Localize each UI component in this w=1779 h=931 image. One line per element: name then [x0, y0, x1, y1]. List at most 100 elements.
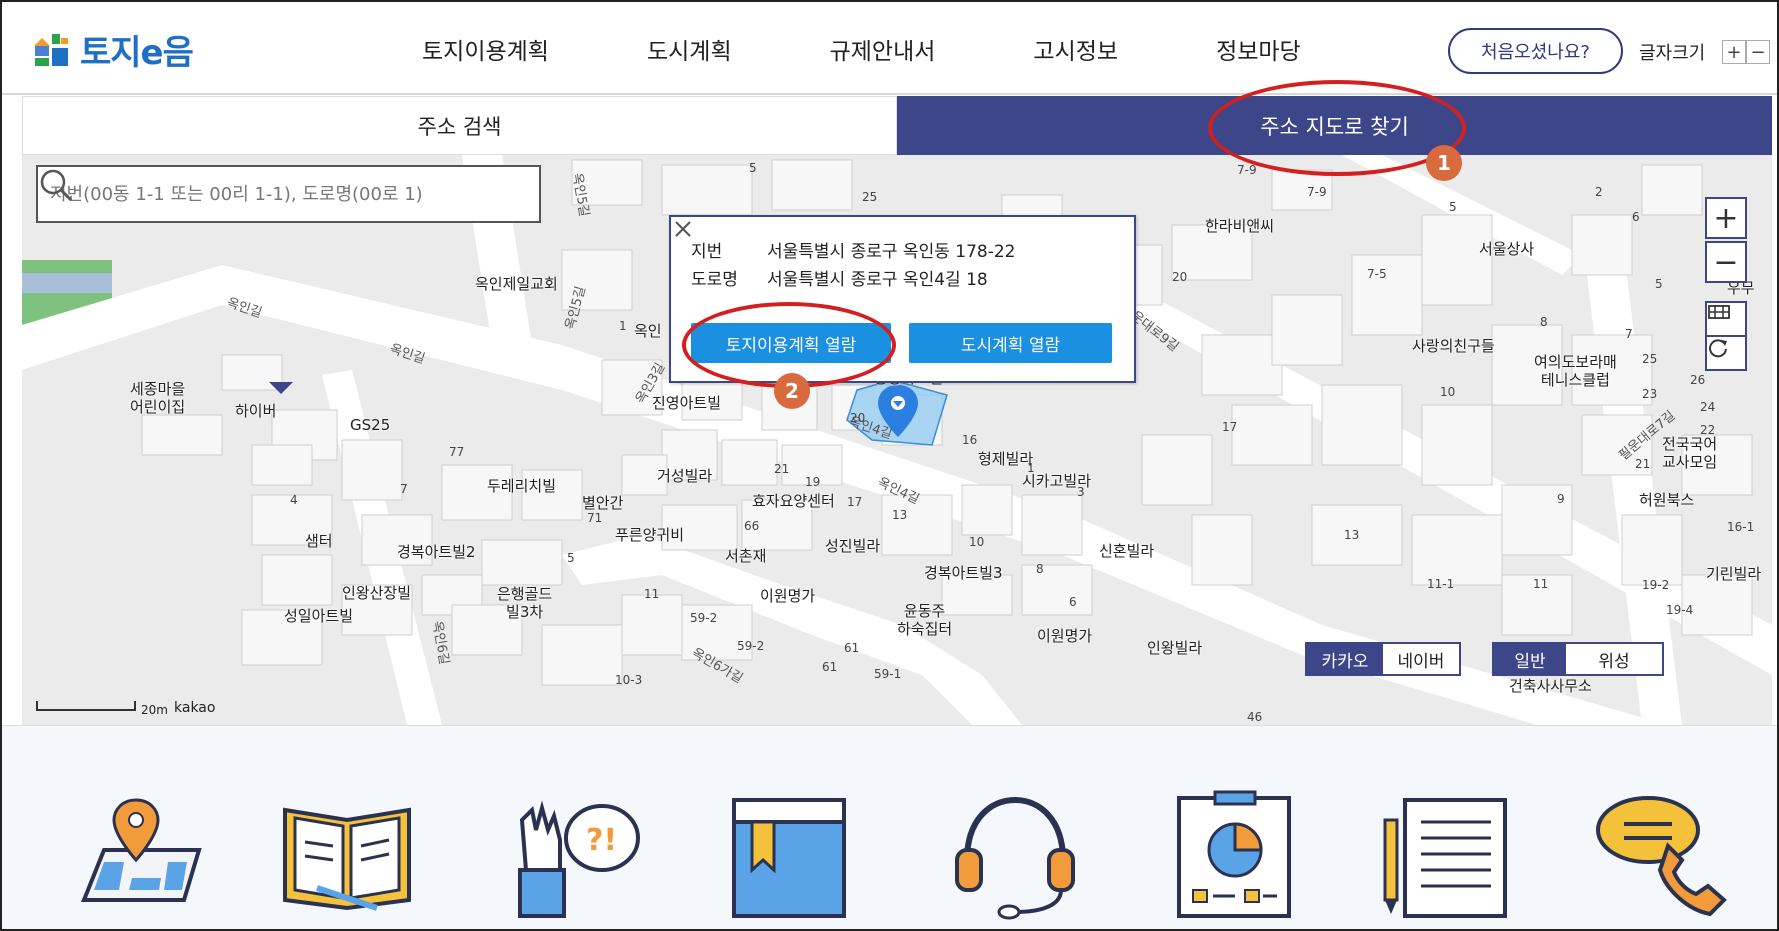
map-place-label[interactable]: 인왕산장빌: [342, 582, 411, 603]
map-place-label[interactable]: 형제빌라: [978, 448, 1033, 469]
address-search-box: [36, 165, 541, 223]
map-place-label[interactable]: 기린빌라: [1706, 563, 1761, 584]
address-search-input[interactable]: [50, 167, 480, 221]
map-lot-number: 10-3: [615, 673, 643, 687]
map-lot-number: 46: [1247, 710, 1263, 724]
map-place-label[interactable]: 사랑의친구들: [1412, 335, 1495, 356]
map-place-label[interactable]: 신혼빌라: [1099, 540, 1154, 561]
font-decrease-button[interactable]: −: [1746, 40, 1770, 64]
map-view[interactable]: 옥인제일교회 세종마을 어린이집 하이버 GS25 진영아트빌 거성빌라 두레리…: [22, 155, 1772, 725]
map-place-label[interactable]: 서촌재: [725, 545, 766, 566]
map-place-label[interactable]: 하이버: [235, 400, 276, 421]
helpdesk-icon[interactable]: [945, 790, 1085, 920]
map-lot-number: 6: [1069, 595, 1077, 609]
map-place-label[interactable]: 푸른양귀비: [615, 524, 684, 545]
map-lot-number: 16-1: [1727, 520, 1755, 534]
statistics-icon[interactable]: [1165, 790, 1305, 920]
logo-text: 토지e음: [80, 32, 194, 73]
map-place-label[interactable]: 건축사사무소: [1509, 675, 1592, 696]
map-place-label[interactable]: 성진빌라: [825, 535, 880, 556]
roadview-button[interactable]: [1705, 301, 1747, 337]
nav-info-square[interactable]: 정보마당: [1216, 32, 1301, 66]
maptype-satellite-button[interactable]: 위성: [1566, 644, 1662, 674]
map-place-label[interactable]: 진영아트빌: [652, 392, 721, 413]
map-search-icon[interactable]: [64, 790, 204, 920]
map-lot-number: 11-1: [1427, 577, 1455, 591]
map-place-label[interactable]: 인왕빌라: [1147, 637, 1202, 658]
popup-tail: [269, 382, 293, 394]
map-place-label[interactable]: 서울상사: [1479, 238, 1534, 259]
zoom-in-button[interactable]: +: [1705, 197, 1747, 239]
first-visit-button[interactable]: 처음오셨나요?: [1448, 28, 1623, 74]
map-lot-number: 13: [1344, 528, 1360, 542]
faq-icon[interactable]: ?!: [502, 790, 642, 920]
map-lot-number: 71: [587, 511, 603, 525]
nav-notice-info[interactable]: 고시정보: [1033, 32, 1118, 66]
map-lot-number: 7-5: [1367, 267, 1387, 281]
zoom-out-button[interactable]: −: [1705, 241, 1747, 283]
popup-jibun-row: 지번 서울특별시 종로구 옥인동 178-22: [691, 237, 1015, 262]
map-lot-number: 59-2: [737, 639, 765, 653]
view-urban-plan-button[interactable]: 도시계획 열람: [909, 323, 1112, 363]
map-lot-number: 26: [1690, 373, 1706, 387]
tab-address-search[interactable]: 주소 검색: [22, 96, 897, 155]
provider-kakao-button[interactable]: 카카오: [1307, 644, 1383, 674]
annotation-badge-1: 1: [1426, 145, 1462, 181]
map-place-label[interactable]: 전국국어 교사모임: [1662, 435, 1717, 471]
consult-call-icon[interactable]: [1592, 790, 1732, 920]
provider-naver-button[interactable]: 네이버: [1383, 644, 1459, 674]
map-place-label[interactable]: 여의도보라매 테니스클럽: [1534, 353, 1617, 389]
nav-urban-plan[interactable]: 도시계획: [647, 32, 732, 66]
logo[interactable]: 토지e음: [32, 28, 194, 73]
annotation-badge-2: 2: [774, 373, 810, 409]
map-lot-number: 7-9: [1307, 185, 1327, 199]
map-place-label[interactable]: 성일아트빌: [284, 605, 353, 626]
map-place-label[interactable]: 윤동주 하숙집터: [897, 602, 952, 638]
map-place-label[interactable]: 이원명가: [760, 585, 815, 606]
map-lot-number: 2: [1595, 185, 1603, 199]
popup-jibun-value: 서울특별시 종로구 옥인동 178-22: [767, 242, 1016, 262]
map-place-label[interactable]: 효자요양센터: [752, 490, 835, 511]
map-lot-number: 10: [1440, 385, 1456, 399]
map-place-label[interactable]: 경복아트빌2: [397, 541, 476, 562]
nav-land-use-plan[interactable]: 토지이용계획: [422, 32, 549, 66]
reset-view-button[interactable]: [1705, 335, 1747, 371]
map-place-label[interactable]: 거성빌라: [657, 465, 712, 486]
map-place-label[interactable]: 경복아트빌3: [924, 562, 1003, 583]
map-lot-number: 66: [744, 519, 760, 533]
map-place-label[interactable]: 옥인제일교회: [475, 273, 558, 294]
map-lot-number: 61: [822, 660, 838, 674]
map-place-label[interactable]: 허원북스: [1639, 489, 1694, 510]
map-lot-number: 6: [1632, 210, 1640, 224]
maptype-normal-button[interactable]: 일반: [1494, 644, 1566, 674]
service-shortcuts: ?!: [2, 725, 1777, 929]
map-place-label[interactable]: GS25: [350, 416, 390, 434]
map-place-label[interactable]: 이원명가: [1037, 625, 1092, 646]
logo-mark-icon: [34, 34, 68, 66]
map-lot-number: 23: [1642, 387, 1658, 401]
map-lot-number: 17: [847, 495, 863, 509]
popup-road-row: 도로명 서울특별시 종로구 옥인4길 18: [691, 265, 988, 290]
map-lot-number: 5: [1655, 277, 1663, 291]
nav-regulation-guide[interactable]: 규제안내서: [830, 32, 936, 66]
map-lot-number: 25: [1642, 352, 1658, 366]
map-place-label[interactable]: 별안간: [582, 492, 623, 513]
map-place-label[interactable]: 옥인: [634, 320, 662, 341]
map-lot-number: 7: [1625, 327, 1633, 341]
dictionary-icon[interactable]: [724, 790, 864, 920]
map-lot-number: 59-2: [690, 611, 718, 625]
map-place-label[interactable]: 은행골드 빌3차: [497, 585, 552, 621]
map-lot-number: 61: [844, 641, 860, 655]
search-icon[interactable]: [38, 167, 74, 203]
guidebook-icon[interactable]: [277, 790, 417, 920]
map-place-label[interactable]: 두레리치빌: [487, 475, 556, 496]
map-place-label[interactable]: 한라비앤씨: [1205, 215, 1274, 236]
map-place-label[interactable]: 세종마을 어린이집: [130, 380, 185, 416]
map-place-label[interactable]: 샘터: [305, 530, 333, 551]
map-lot-number: 22: [1700, 423, 1716, 437]
map-scale-label: 20m: [141, 703, 168, 717]
map-lot-number: 59-1: [874, 667, 902, 681]
font-increase-button[interactable]: +: [1722, 40, 1746, 64]
map-lot-number: 17: [1222, 420, 1238, 434]
notice-icon[interactable]: [1375, 790, 1515, 920]
